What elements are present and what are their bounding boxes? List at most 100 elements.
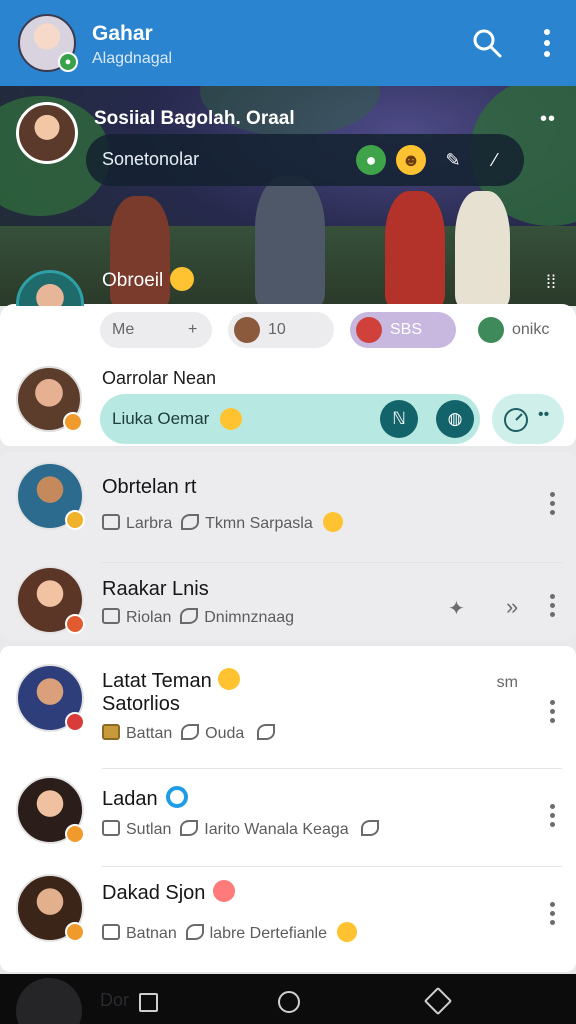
chat-name: Dakad Sjon	[102, 880, 236, 905]
chip-label: SBS	[390, 321, 423, 338]
emoji-icon	[323, 512, 344, 532]
emoji-icon	[217, 668, 240, 690]
row-menu-icon[interactable]	[546, 902, 558, 930]
message-icon	[102, 924, 120, 940]
preview-part-a: Battan	[126, 725, 173, 742]
more-vert-icon[interactable]	[530, 26, 564, 60]
grid-more-icon[interactable]: ⁞⁞	[546, 272, 556, 293]
message-icon	[102, 608, 120, 624]
edit-icon[interactable]: ⁄	[480, 145, 510, 175]
chat-row[interactable]: Ladan Sutlan Iarito Wanala Keaga	[0, 768, 576, 868]
chat-row[interactable]: Dakad Sjon Batnan labre Dertefianle	[0, 866, 576, 966]
chat-name-line1: Latat Teman	[102, 670, 212, 692]
timer-icon	[504, 408, 528, 432]
story-card: Me + 10 SBS onikc Oarrolar Nean Liuka Oe…	[0, 304, 576, 446]
chat-avatar[interactable]	[16, 566, 85, 634]
chat-preview: Larbra Tkmn Sarpasla	[102, 512, 344, 533]
pencil-icon	[256, 724, 275, 740]
status-badge-icon	[65, 824, 85, 844]
sticker-icon[interactable]: ℕ	[380, 400, 418, 438]
chat-avatar[interactable]	[16, 776, 85, 844]
hero-message-pill[interactable]: Sonetonolar ● ☻ ✎ ⁄	[86, 134, 524, 186]
mute-icon[interactable]: ✦	[448, 596, 465, 621]
row-menu-icon[interactable]	[546, 700, 558, 728]
search-icon[interactable]	[470, 26, 504, 60]
hero-banner[interactable]: Sosiial Bagolah. Oraal •• Sonetonolar ● …	[0, 86, 576, 306]
ghost-avatar	[16, 978, 82, 1024]
chat-preview: Sutlan Iarito Wanala Keaga	[102, 820, 385, 839]
chat-name: Obrtelan rt	[102, 476, 197, 498]
chat-group: Latat Teman Satorlios Battan Ouda sm Lad…	[0, 646, 576, 972]
pencil-icon	[181, 724, 200, 740]
chat-preview: Riolan Dnimnznaag	[102, 608, 294, 627]
hero-pill-text: Sonetonolar	[102, 149, 200, 169]
preview-part-b: Iarito Wanala Keaga	[204, 821, 349, 838]
story-chip[interactable]: SBS	[350, 312, 456, 348]
emoji-icon[interactable]: ☻	[396, 145, 426, 175]
chat-avatar[interactable]	[16, 664, 85, 732]
mic-icon[interactable]: ✎	[438, 145, 468, 175]
host-avatar[interactable]	[16, 102, 78, 164]
app-subtitle: Alagdnagal	[92, 50, 173, 67]
talker-label: Obroeil	[102, 270, 164, 291]
chip-avatar	[478, 317, 504, 343]
add-icon[interactable]: +	[188, 312, 197, 348]
message-icon	[102, 514, 120, 530]
chat-name: Ladan	[102, 786, 188, 811]
preview-part-b: Dnimnznaag	[204, 609, 295, 626]
story-chip[interactable]: onikc	[472, 312, 572, 348]
back-icon[interactable]	[423, 986, 453, 1016]
app-title: Gahar	[92, 22, 153, 45]
chat-row[interactable]: Raakar Lnis Riolan Dnimnznaag ✦ »	[0, 556, 576, 656]
preview-part-a: Riolan	[126, 609, 172, 626]
chat-name-text: Dakad Sjon	[102, 882, 206, 904]
chat-name-line2: Satorlios	[102, 693, 180, 715]
forward-icon[interactable]: »	[506, 594, 518, 620]
chat-row[interactable]: Obrtelan rt Larbra Tkmn Sarpasla	[0, 452, 576, 552]
story-chip-me[interactable]: Me +	[100, 312, 212, 348]
game-icon[interactable]: ●	[356, 145, 386, 175]
ghost-text: Dor	[100, 990, 130, 1010]
image-icon	[102, 724, 120, 740]
chat-group: Obrtelan rt Larbra Tkmn Sarpasla Raakar …	[0, 452, 576, 640]
status-badge-icon	[65, 510, 85, 530]
emoji-icon	[213, 880, 236, 902]
emoji-icon	[170, 267, 194, 291]
row-menu-icon[interactable]	[546, 594, 558, 622]
chip-label: 10	[268, 321, 286, 338]
chip-label: onikc	[512, 321, 550, 338]
preview-part-a: Larbra	[126, 515, 173, 532]
app-bar: ● Gahar Alagdnagal	[0, 0, 576, 86]
home-icon[interactable]	[278, 991, 300, 1013]
row-menu-icon[interactable]	[546, 492, 558, 520]
pencil-icon	[185, 924, 204, 940]
chat-name-text: Ladan	[102, 788, 158, 810]
chat-avatar[interactable]	[16, 462, 85, 530]
recents-icon[interactable]	[139, 993, 158, 1012]
profile-avatar[interactable]: ●	[18, 14, 78, 72]
voice-icon[interactable]: ◍	[436, 400, 474, 438]
story-chip[interactable]: 10	[228, 312, 334, 348]
status-badge-icon	[63, 412, 83, 432]
chip-avatar	[234, 317, 260, 343]
chat-avatar[interactable]	[16, 874, 85, 942]
preview-part-b: labre Dertefianle	[209, 925, 328, 942]
reply-avatar[interactable]	[16, 366, 83, 432]
chat-preview: Battan Ouda	[102, 724, 281, 743]
chip-label: Me	[112, 321, 135, 338]
emoji-icon	[337, 922, 358, 942]
hero-title: Sosiial Bagolah. Oraal	[94, 108, 295, 129]
scene-character	[385, 191, 445, 306]
preview-part-a: Batnan	[126, 925, 177, 942]
status-badge-icon	[65, 922, 85, 942]
hero-more-icon[interactable]: ••	[540, 108, 556, 131]
chat-name: Raakar Lnis	[102, 578, 209, 600]
reply-input[interactable]: Liuka Oemar ℕ ◍	[100, 394, 480, 444]
preview-part-b: Ouda	[205, 725, 245, 742]
online-badge-icon: ●	[58, 52, 78, 72]
chat-row[interactable]: Latat Teman Satorlios Battan Ouda sm	[0, 654, 576, 760]
pencil-icon	[180, 608, 199, 624]
verified-icon	[165, 786, 188, 808]
send-reaction-button[interactable]: ••	[492, 394, 564, 444]
row-menu-icon[interactable]	[546, 804, 558, 832]
